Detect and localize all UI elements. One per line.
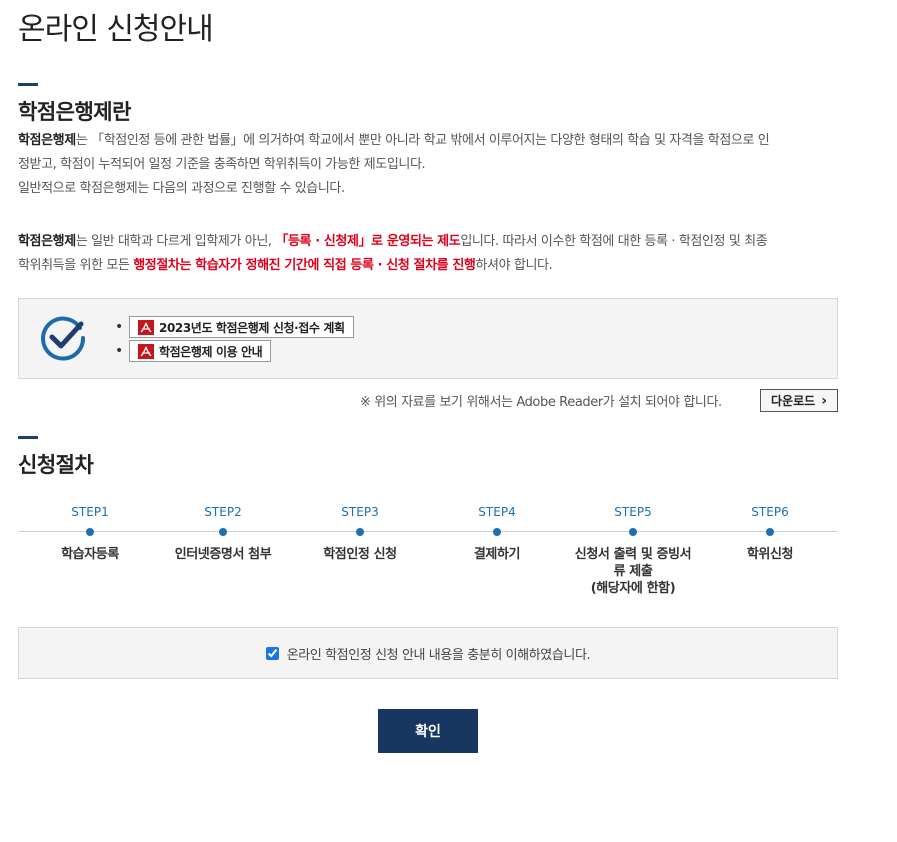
section-bar xyxy=(18,436,38,439)
pdf-link-guide[interactable]: 학점은행제 이용 안내 xyxy=(129,340,272,362)
step-5: STEP5 신청서 출력 및 증빙서 류 제출 (해당자에 한함) xyxy=(574,505,692,596)
term-highlight: 학점은행제 xyxy=(18,234,76,249)
intro-paragraph: 학점은행제는 「학점인정 등에 관한 법률」에 의거하여 학교에서 뿐만 아니라… xyxy=(18,133,770,196)
step-dot xyxy=(493,528,501,536)
step-dot xyxy=(356,528,364,536)
agreement-checkbox[interactable] xyxy=(265,646,279,660)
step-dot xyxy=(86,528,94,536)
step-timeline: STEP1 학습자등록 STEP2 인터넷증명서 첨부 STEP3 학점인정 신… xyxy=(18,502,838,612)
registration-paragraph: 학점은행제는 일반 대학과 다르게 입학제가 아닌, 「등록 · 신청제」로 운… xyxy=(18,234,768,273)
step-2: STEP2 인터넷증명서 첨부 xyxy=(174,505,272,562)
agreement-box: 온라인 학점인정 신청 안내 내용을 충분히 이해하였습니다. xyxy=(18,627,838,679)
section-title-procedure: 신청절차 xyxy=(18,453,94,477)
pdf-link-plan[interactable]: 2023년도 학점은행제 신청·접수 계획 xyxy=(129,316,354,338)
adobe-reader-note: ※ 위의 자료를 보기 위해서는 Adobe Reader가 설치 되어야 합니… xyxy=(360,395,722,410)
confirm-button[interactable]: 확인 xyxy=(378,709,478,753)
document-box: • 2023년도 학점은행제 신청·접수 계획 • 학점은행제 이용 안내 xyxy=(18,298,838,379)
step-6: STEP6 학위신청 xyxy=(746,505,794,562)
agreement-label[interactable]: 온라인 학점인정 신청 안내 내용을 충분히 이해하였습니다. xyxy=(265,644,591,663)
pdf-icon xyxy=(138,343,154,359)
step-dot xyxy=(766,528,774,536)
step-dot xyxy=(629,528,637,536)
document-item: • 학점은행제 이용 안내 xyxy=(115,339,354,363)
download-button[interactable]: 다운로드 › xyxy=(760,389,838,412)
step-3: STEP3 학점인정 신청 xyxy=(323,505,397,562)
chevron-right-icon: › xyxy=(821,392,827,409)
section-bar xyxy=(18,83,38,86)
check-circle-icon xyxy=(41,316,86,361)
step-dot xyxy=(219,528,227,536)
pdf-icon xyxy=(138,319,154,335)
document-list: • 2023년도 학점은행제 신청·접수 계획 • 학점은행제 이용 안내 xyxy=(115,315,354,363)
red-emphasis: 행정절차는 학습자가 정해진 기간에 직접 등록 · 신청 절차를 진행 xyxy=(133,258,476,273)
page-title: 온라인 신청안내 xyxy=(18,12,214,47)
document-item: • 2023년도 학점은행제 신청·접수 계획 xyxy=(115,315,354,339)
term-highlight: 학점은행제 xyxy=(18,133,76,148)
section-title-about: 학점은행제란 xyxy=(18,100,131,124)
red-emphasis: 「등록 · 신청제」로 운영되는 제도 xyxy=(275,234,461,249)
